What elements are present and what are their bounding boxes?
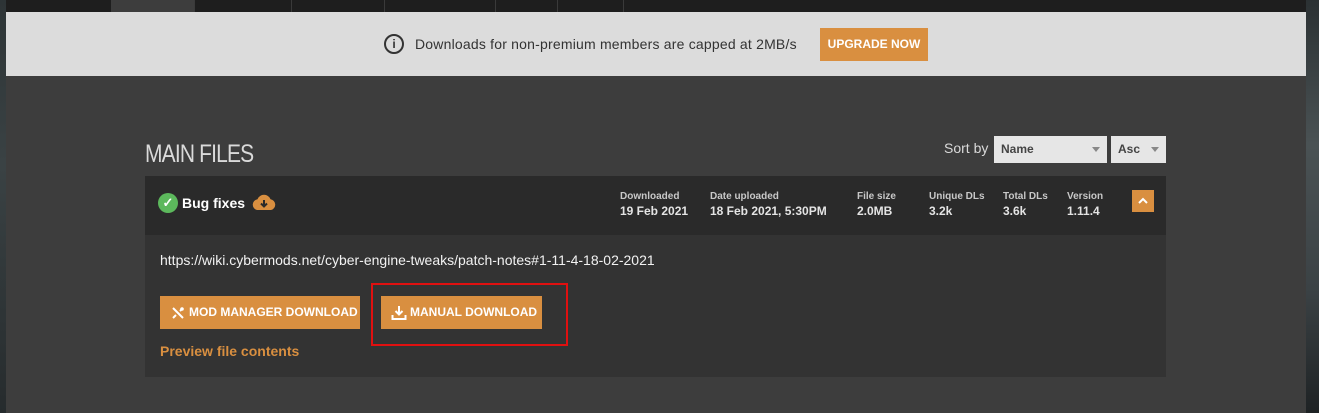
check-circle-icon: ✓ (158, 193, 178, 213)
stat-label: File size (857, 191, 896, 202)
manual-download-button[interactable]: MANUAL DOWNLOAD (381, 296, 542, 329)
manual-download-label: MANUAL DOWNLOAD (410, 305, 538, 319)
stat-date-uploaded: Date uploaded 18 Feb 2021, 5:30PM (710, 191, 827, 218)
stat-label: Downloaded (620, 191, 680, 202)
stat-value: 1.11.4 (1067, 204, 1100, 218)
download-icon (391, 306, 407, 320)
nav-tab[interactable] (385, 0, 496, 12)
sort-field-value: Name (1001, 142, 1034, 156)
stat-label: Date uploaded (710, 191, 779, 202)
download-cap-banner: i Downloads for non-premium members are … (6, 12, 1306, 76)
background-right (1306, 0, 1319, 413)
info-icon: i (384, 34, 404, 54)
nav-tab[interactable] (496, 0, 558, 12)
stat-value: 2.0MB (857, 204, 893, 218)
chevron-up-icon (1138, 197, 1148, 204)
chevron-down-icon (1092, 147, 1100, 152)
nav-tab[interactable] (558, 0, 624, 12)
stat-label: Version (1067, 191, 1104, 202)
top-nav (6, 0, 1306, 12)
file-header[interactable]: ✓ Bug fixes Downloaded 19 Feb 2021 Date … (145, 176, 1166, 235)
stat-file-size: File size 2.0MB (857, 191, 896, 218)
sort-label: Sort by (944, 140, 989, 156)
stat-label: Total DLs (1003, 191, 1048, 202)
upgrade-now-button[interactable]: UPGRADE NOW (820, 28, 928, 61)
stat-version: Version 1.11.4 (1067, 191, 1103, 218)
nav-tab[interactable] (111, 0, 195, 12)
stat-value: 3.2k (929, 204, 953, 218)
mod-manager-download-label: MOD MANAGER DOWNLOAD (189, 305, 358, 319)
stat-total-dls: Total DLs 3.6k (1003, 191, 1048, 218)
cloud-download-icon (252, 194, 276, 210)
stat-value: 18 Feb 2021, 5:30PM (710, 204, 827, 218)
stat-label: Unique DLs (929, 191, 985, 202)
stat-unique-dls: Unique DLs 3.2k (929, 191, 985, 218)
chevron-down-icon (1151, 147, 1159, 152)
section-title: MAIN FILES (145, 140, 254, 168)
stat-value: 19 Feb 2021 (620, 204, 689, 218)
collapse-button[interactable] (1132, 190, 1154, 212)
sort-order-select[interactable]: Asc (1111, 136, 1166, 163)
sort-field-select[interactable]: Name (994, 136, 1107, 163)
mod-manager-icon (172, 307, 184, 319)
file-details: https://wiki.cybermods.net/cyber-engine-… (145, 235, 1166, 377)
page-content: i Downloads for non-premium members are … (6, 0, 1306, 413)
stat-value: 3.6k (1003, 204, 1027, 218)
banner-message: Downloads for non-premium members are ca… (415, 36, 797, 52)
nav-tab[interactable] (292, 0, 385, 12)
mod-manager-download-button[interactable]: MOD MANAGER DOWNLOAD (160, 296, 360, 329)
nav-tab[interactable] (195, 0, 292, 12)
stat-downloaded: Downloaded 19 Feb 2021 (620, 191, 688, 218)
file-description: https://wiki.cybermods.net/cyber-engine-… (160, 252, 655, 268)
file-name: Bug fixes (182, 195, 246, 211)
preview-file-contents-link[interactable]: Preview file contents (160, 343, 299, 359)
sort-order-value: Asc (1118, 142, 1141, 156)
